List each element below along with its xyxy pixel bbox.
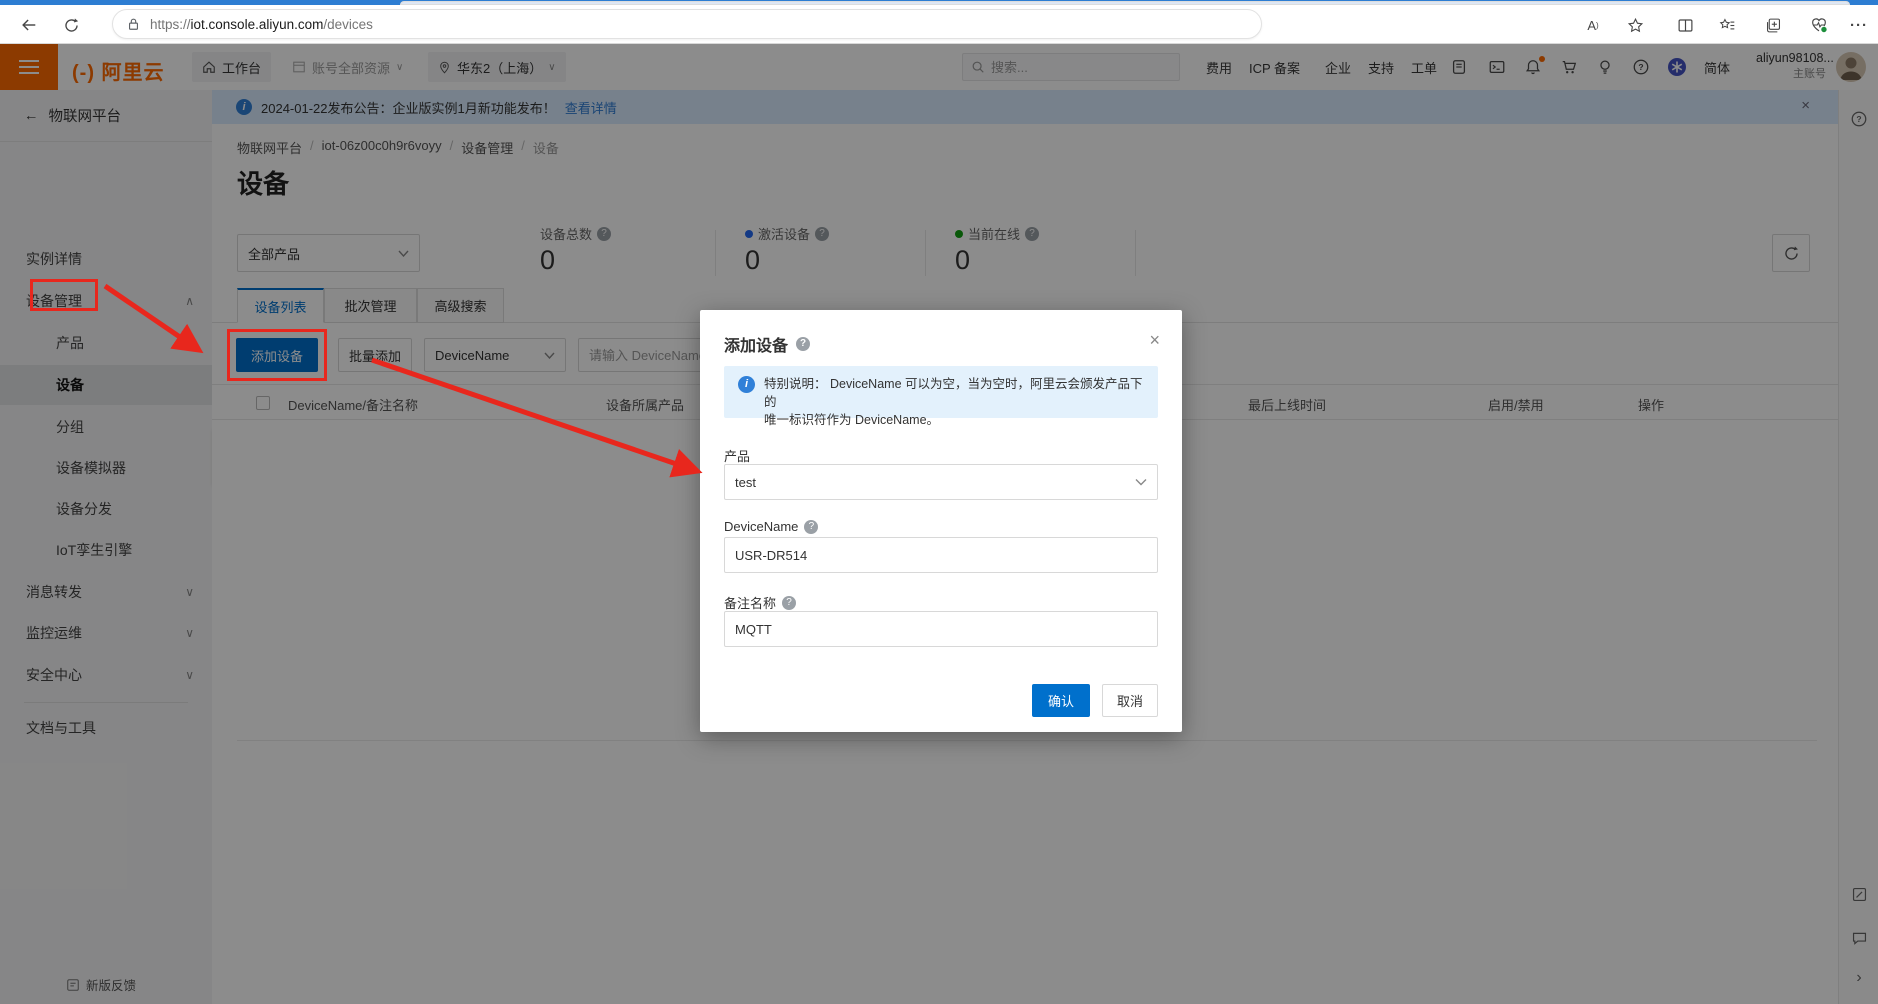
lock-icon bbox=[127, 17, 140, 31]
read-aloud-icon[interactable]: A) bbox=[1580, 12, 1606, 38]
nickname-label: 备注名称? bbox=[724, 593, 796, 612]
collections-icon[interactable] bbox=[1760, 12, 1786, 38]
devicename-field bbox=[724, 537, 1158, 573]
notice-line-2: 唯一标识符作为 DeviceName。 bbox=[764, 411, 1146, 429]
cancel-button[interactable]: 取消 bbox=[1102, 684, 1158, 717]
url-path: /devices bbox=[323, 17, 373, 32]
address-bar[interactable]: https://iot.console.aliyun.com/devices bbox=[112, 9, 1262, 39]
nickname-input[interactable] bbox=[735, 622, 1147, 637]
url-host: iot.console.aliyun.com bbox=[191, 17, 324, 32]
product-label: 产品 bbox=[724, 446, 750, 465]
help-tooltip-icon[interactable]: ? bbox=[804, 520, 818, 534]
browser-back-icon[interactable] bbox=[16, 12, 42, 38]
modal-notice: i 特别说明： DeviceName 可以为空，当为空时，阿里云会颁发产品下的 … bbox=[724, 366, 1158, 418]
url-scheme: https:// bbox=[150, 17, 191, 32]
favorites-bar-icon[interactable] bbox=[1714, 12, 1740, 38]
browser-refresh-icon[interactable] bbox=[58, 12, 84, 38]
browser-toolbar: https://iot.console.aliyun.com/devices A… bbox=[0, 5, 1878, 44]
add-device-modal: 添加设备 ? × i 特别说明： DeviceName 可以为空，当为空时，阿里… bbox=[700, 310, 1182, 732]
confirm-button[interactable]: 确认 bbox=[1032, 684, 1090, 717]
devicename-label: DeviceName? bbox=[724, 519, 818, 534]
nickname-field bbox=[724, 611, 1158, 647]
screen: (-) 阿里云 工作台 账号全部资源 ∨ 华东2（上海） ∨ 费用 ICP 备案… bbox=[0, 0, 1878, 1004]
browser-chrome: https://iot.console.aliyun.com/devices A… bbox=[0, 0, 1878, 44]
modal-title: 添加设备 ? bbox=[724, 332, 810, 356]
chevron-down-icon bbox=[1135, 478, 1147, 486]
browser-menu-icon[interactable]: ··· bbox=[1846, 12, 1872, 38]
info-icon: i bbox=[738, 376, 755, 393]
split-screen-icon[interactable] bbox=[1672, 12, 1698, 38]
notice-line-1: 特别说明： DeviceName 可以为空，当为空时，阿里云会颁发产品下的 bbox=[764, 375, 1146, 411]
favorite-star-icon[interactable] bbox=[1622, 12, 1648, 38]
modal-product-select[interactable]: test bbox=[724, 464, 1158, 500]
devicename-input[interactable] bbox=[735, 548, 1147, 563]
modal-close-icon[interactable]: × bbox=[1149, 330, 1160, 351]
browser-essentials-icon[interactable] bbox=[1806, 12, 1832, 38]
help-tooltip-icon[interactable]: ? bbox=[782, 596, 796, 610]
help-tooltip-icon[interactable]: ? bbox=[796, 337, 810, 351]
